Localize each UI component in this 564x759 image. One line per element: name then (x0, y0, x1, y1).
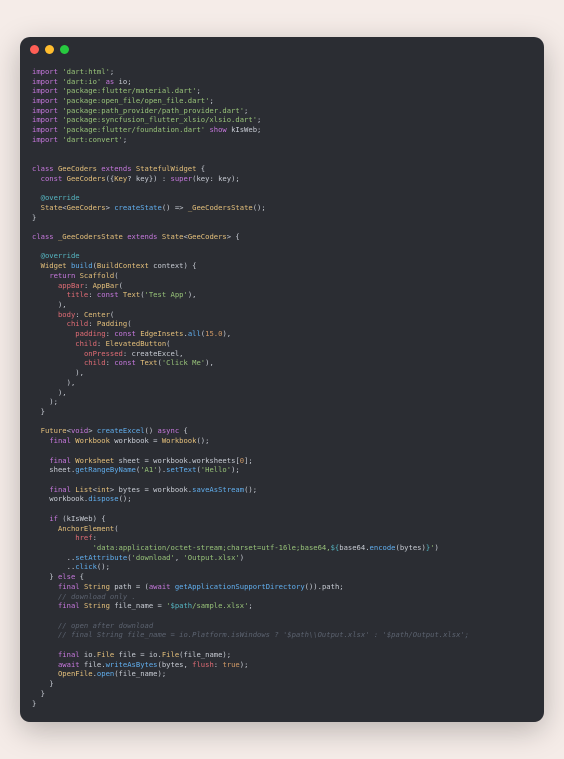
import-5: 'package:syncfusion_flutter_xlsio/xlsio.… (62, 115, 257, 124)
import-3: 'package:open_file/open_file.dart' (62, 96, 209, 105)
import-6: 'package:flutter/foundation.dart' (62, 125, 205, 134)
import-0: 'dart:html' (62, 67, 110, 76)
close-icon[interactable] (30, 45, 39, 54)
import-2: 'package:flutter/material.dart' (62, 86, 196, 95)
editor-window: import 'dart:html'; import 'dart:io' as … (20, 37, 544, 722)
import-7: 'dart:convert' (62, 135, 123, 144)
minimize-icon[interactable] (45, 45, 54, 54)
import-1: 'dart:io' (62, 77, 101, 86)
code-area: import 'dart:html'; import 'dart:io' as … (20, 63, 544, 722)
import-4: 'package:path_provider/path_provider.dar… (62, 106, 244, 115)
maximize-icon[interactable] (60, 45, 69, 54)
titlebar (20, 37, 544, 63)
